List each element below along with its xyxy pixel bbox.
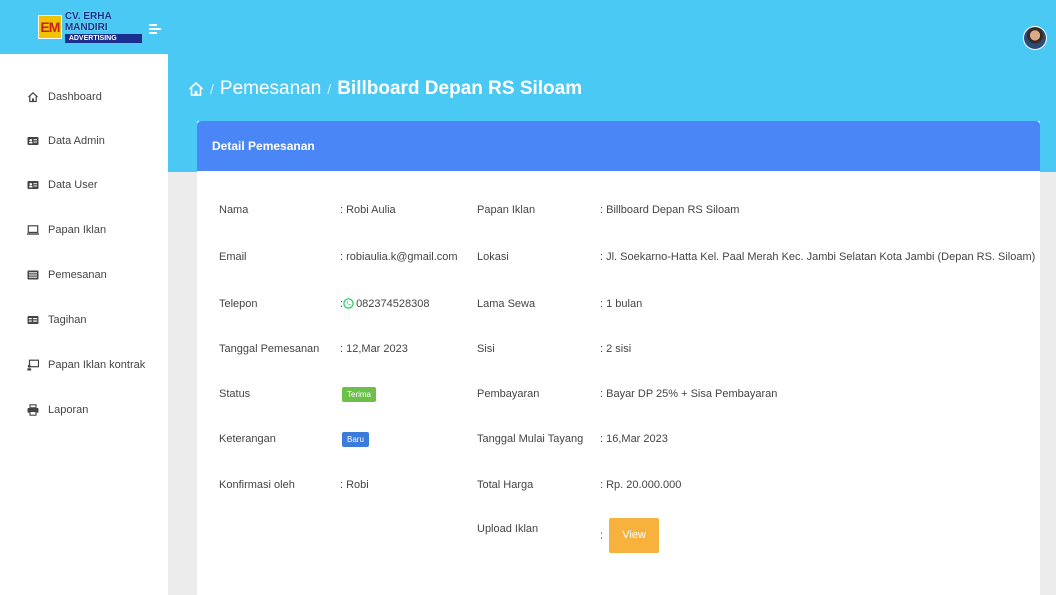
value-email: : robiaulia.k@gmail.com xyxy=(340,251,458,263)
label-telepon: Telepon xyxy=(219,298,258,310)
credit-card-icon xyxy=(27,314,39,326)
value-sisi: : 2 sisi xyxy=(600,343,632,355)
keterangan-badge: Baru xyxy=(342,432,369,447)
value-nama: : Robi Aulia xyxy=(340,204,396,216)
home-icon xyxy=(27,91,39,103)
label-upload-iklan: Upload Iklan xyxy=(477,523,539,535)
monitor-icon xyxy=(27,224,39,236)
sidebar-item-dashboard[interactable]: Dashboard xyxy=(0,84,168,110)
label-sisi: Sisi xyxy=(477,343,495,355)
value-tanggal-mulai-tayang: : 16,Mar 2023 xyxy=(600,433,668,445)
sidebar-item-tagihan[interactable]: Tagihan xyxy=(0,307,168,333)
value-lokasi: : Jl. Soekarno-Hatta Kel. Paal Merah Kec… xyxy=(600,251,1036,263)
id-card-icon xyxy=(27,179,39,191)
sidebar-item-papan-iklan-kontrak[interactable]: Papan Iklan kontrak xyxy=(0,352,168,378)
sidebar-item-papan-iklan[interactable]: Papan Iklan xyxy=(0,217,168,243)
breadcrumb-separator: / xyxy=(327,81,332,97)
breadcrumb: / Pemesanan / Billboard Depan RS Siloam xyxy=(188,76,582,102)
value-pembayaran: : Bayar DP 25% + Sisa Pembayaran xyxy=(600,388,778,400)
brand-subtitle: ADVERTISING xyxy=(64,34,142,43)
status-badge: Terima xyxy=(342,387,377,402)
label-konfirmasi-oleh: Konfirmasi oleh xyxy=(219,479,295,491)
sidebar-item-pemesanan[interactable]: Pemesanan xyxy=(0,262,168,288)
label-lokasi: Lokasi xyxy=(477,251,509,263)
presentation-icon xyxy=(27,359,39,371)
breadcrumb-pemesanan[interactable]: Pemesanan xyxy=(220,78,321,100)
sidebar-item-label: Data User xyxy=(48,179,98,191)
top-bar: EM CV. ERHA MANDIRI ADVERTISING xyxy=(0,0,1056,54)
sidebar: Dashboard Data Admin Data User Papan Ikl… xyxy=(0,54,168,595)
sidebar-item-label: Pemesanan xyxy=(48,269,107,281)
id-card-icon xyxy=(27,135,39,147)
printer-icon xyxy=(27,404,39,416)
value-upload-iklan: : View xyxy=(600,518,660,553)
breadcrumb-separator: / xyxy=(210,81,214,97)
value-papan-iklan: : Billboard Depan RS Siloam xyxy=(600,204,740,216)
order-detail-card: Detail Pemesanan Nama : Robi Aulia Email… xyxy=(197,121,1040,595)
label-nama: Nama xyxy=(219,204,249,216)
list-alt-icon xyxy=(27,269,39,281)
value-lama-sewa: : 1 bulan xyxy=(600,298,643,310)
label-keterangan: Keterangan xyxy=(219,433,276,445)
sidebar-item-label: Papan Iklan xyxy=(48,224,107,236)
sidebar-item-data-admin[interactable]: Data Admin xyxy=(0,128,168,154)
badge-terima: Terima xyxy=(342,387,377,402)
label-total-harga: Total Harga xyxy=(477,479,534,491)
label-papan-iklan: Papan Iklan xyxy=(477,204,536,216)
label-tanggal-mulai-tayang: Tanggal Mulai Tayang xyxy=(477,433,584,445)
sidebar-item-laporan[interactable]: Laporan xyxy=(0,397,168,423)
breadcrumb-current: Billboard Depan RS Siloam xyxy=(337,78,583,99)
sidebar-item-label: Data Admin xyxy=(48,135,105,147)
phone-number: 082374528308 xyxy=(356,298,430,310)
value-telepon: :082374528308 xyxy=(340,298,430,310)
label-email: Email xyxy=(219,251,247,263)
badge-baru: Baru xyxy=(342,432,369,447)
value-total-harga: : Rp. 20.000.000 xyxy=(600,479,682,491)
sidebar-item-data-user[interactable]: Data User xyxy=(0,172,168,198)
label-status: Status xyxy=(219,388,251,400)
value-konfirmasi-oleh: : Robi xyxy=(340,479,369,491)
view-button[interactable]: View xyxy=(609,518,660,553)
card-title: Detail Pemesanan xyxy=(197,121,1040,171)
user-avatar[interactable] xyxy=(1023,26,1047,50)
brand-title: CV. ERHA MANDIRI xyxy=(64,11,112,33)
brand-logo[interactable]: EM CV. ERHA MANDIRI ADVERTISING xyxy=(38,10,142,44)
label-tanggal-pemesanan: Tanggal Pemesanan xyxy=(219,343,320,355)
value-tanggal-pemesanan: : 12,Mar 2023 xyxy=(340,343,408,355)
sidebar-item-label: Papan Iklan kontrak xyxy=(48,359,146,371)
home-icon[interactable] xyxy=(188,81,204,97)
logo-mark: EM xyxy=(38,15,62,39)
sidebar-item-label: Tagihan xyxy=(48,314,87,326)
whatsapp-icon[interactable] xyxy=(343,298,354,309)
sidebar-item-label: Dashboard xyxy=(48,91,102,103)
label-pembayaran: Pembayaran xyxy=(477,388,540,400)
sidebar-item-label: Laporan xyxy=(48,404,89,416)
label-lama-sewa: Lama Sewa xyxy=(477,298,536,310)
sidebar-toggle-icon[interactable] xyxy=(149,24,163,34)
